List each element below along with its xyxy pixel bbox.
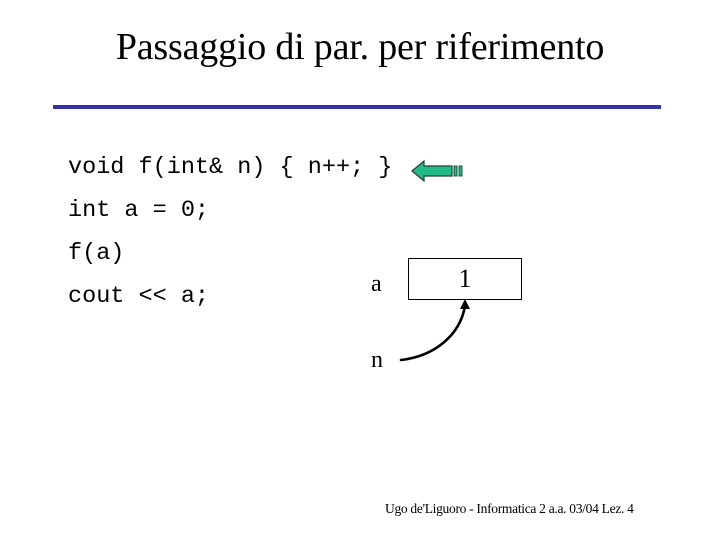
title-divider [53,105,661,109]
slide-title: Passaggio di par. per riferimento [115,26,605,68]
left-arrow-icon [411,159,463,183]
reference-label-n: n [371,347,383,373]
code-line-call: f(a) [68,240,125,267]
reference-arrow-icon [399,299,470,362]
code-line-declaration: int a = 0; [68,197,210,224]
slide-footer: Ugo de'Liguoro - Informatica 2 a.a. 03/0… [385,501,634,516]
code-line-function-def: void f(int& n) { n++; } [68,154,393,181]
code-line-output: cout << a; [68,283,210,310]
